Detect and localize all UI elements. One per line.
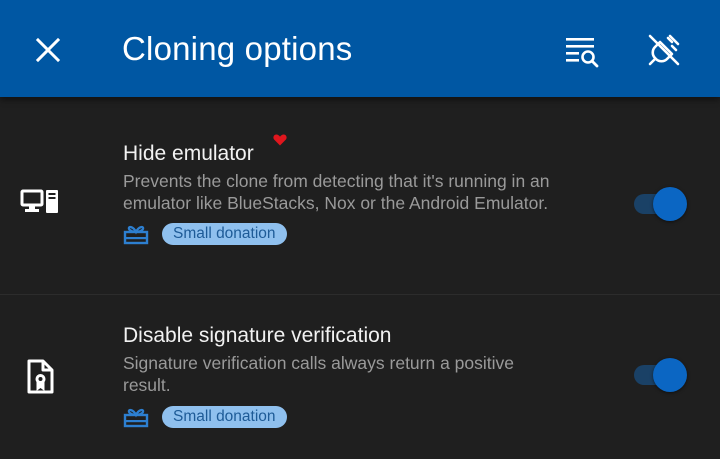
disable-signature-verification-toggle[interactable] <box>632 354 688 394</box>
app-bar: Cloning options <box>0 0 720 97</box>
gift-card-icon <box>123 405 149 429</box>
small-donation-badge: Small donation <box>162 223 287 245</box>
small-donation-badge: Small donation <box>162 406 287 428</box>
heart-icon <box>273 134 287 146</box>
option-hide-emulator[interactable]: Hide emulator Prevents the clone from de… <box>0 97 720 294</box>
filter-search-icon <box>566 38 599 68</box>
certificate-file-icon <box>18 355 62 399</box>
donation-badge-line: Small donation <box>123 405 583 429</box>
option-description: Signature verification calls always retu… <box>123 353 515 395</box>
link-off-button[interactable] <box>644 30 684 70</box>
option-title: Disable signature verification <box>123 324 392 347</box>
option-title: Hide emulator <box>123 134 287 167</box>
toggle-thumb <box>653 187 687 221</box>
option-disable-signature-verification[interactable]: Disable signature verification Signature… <box>0 295 720 459</box>
close-icon <box>35 37 61 63</box>
hide-emulator-toggle[interactable] <box>632 183 688 223</box>
filter-search-button[interactable] <box>561 30 601 70</box>
gift-card-icon <box>123 222 149 246</box>
desktop-computer-icon <box>18 180 62 224</box>
option-texts: Hide emulator Prevents the clone from de… <box>123 134 583 246</box>
close-button[interactable] <box>30 32 66 68</box>
donation-badge-line: Small donation <box>123 222 583 246</box>
option-texts: Disable signature verification Signature… <box>123 323 583 429</box>
toggle-thumb <box>653 358 687 392</box>
link-off-icon <box>648 34 680 66</box>
option-description: Prevents the clone from detecting that i… <box>123 171 550 213</box>
page-title: Cloning options <box>122 30 353 67</box>
